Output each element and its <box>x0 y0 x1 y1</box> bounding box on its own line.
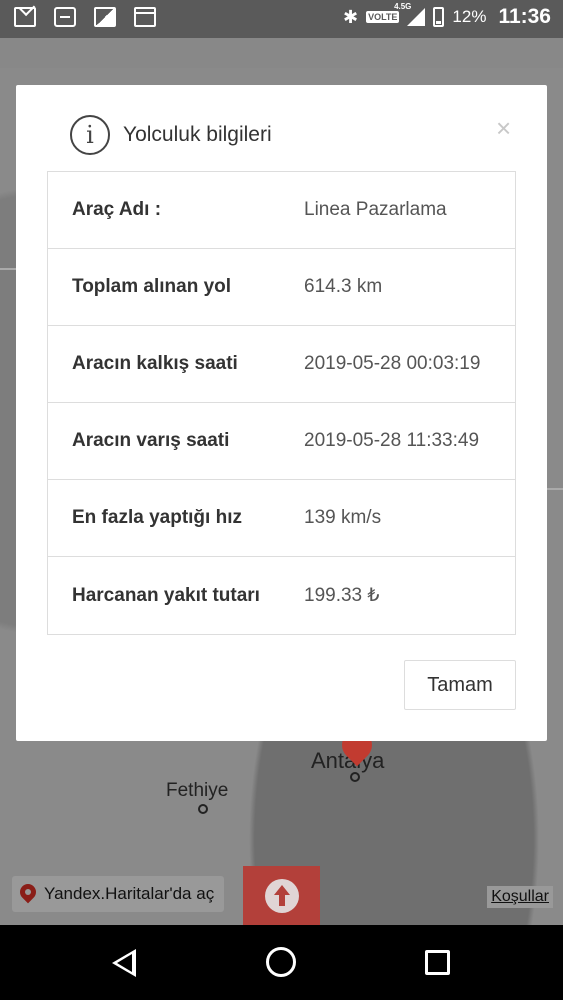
recent-apps-icon[interactable] <box>425 950 450 975</box>
system-icons: ✱ VOLTE 4.5G 12% 11:36 <box>342 2 551 29</box>
battery-icon <box>433 7 445 27</box>
volte-badge: VOLTE 4.5G <box>366 2 412 23</box>
message-icon <box>54 7 76 27</box>
row-label: Harcanan yakıt tutarı <box>72 584 260 606</box>
arrow-up-icon <box>264 879 299 913</box>
info-icon: i <box>70 115 110 155</box>
row-value: 139 km/s <box>304 507 382 528</box>
map-city-dot <box>350 772 360 782</box>
home-icon[interactable] <box>266 947 296 977</box>
map-city-dot <box>198 804 208 814</box>
row-label: Araç Adı : <box>72 199 162 220</box>
app-header <box>0 38 563 68</box>
row-value: 199.33 ₺ <box>304 585 380 606</box>
mail-icon <box>14 7 36 27</box>
navigation-bar <box>0 925 563 1000</box>
open-in-yandex-label: Yandex.Haritalar'da aç <box>44 884 215 903</box>
back-icon[interactable] <box>112 949 136 977</box>
calendar-icon <box>134 7 156 27</box>
open-in-yandex-button[interactable]: Yandex.Haritalar'da aç <box>12 876 225 912</box>
battery-level: 12% <box>452 7 487 26</box>
row-label: Aracın kalkış saati <box>72 353 238 374</box>
row-label: En fazla yaptığı hız <box>72 507 242 528</box>
table-row: Aracın varış saati 2019-05-28 11:33:49 <box>48 403 515 480</box>
terms-link[interactable]: Koşullar <box>487 886 553 908</box>
row-value: Linea Pazarlama <box>304 199 447 220</box>
row-label: Aracın varış saati <box>72 430 230 451</box>
row-label: Toplam alınan yol <box>72 276 232 297</box>
row-value: 2019-05-28 11:33:49 <box>304 430 480 451</box>
table-row: En fazla yaptığı hız 139 km/s <box>48 480 515 557</box>
table-row: Araç Adı : Linea Pazarlama <box>48 172 515 249</box>
network-generation: 4.5G <box>394 2 412 11</box>
row-value: 2019-05-28 00:03:19 <box>304 353 481 374</box>
table-row: Aracın kalkış saati 2019-05-28 00:03:19 <box>48 326 515 403</box>
clock: 11:36 <box>498 5 551 28</box>
notification-icons <box>14 7 156 27</box>
trip-info-table: Araç Adı : Linea Pazarlama Toplam alınan… <box>47 171 516 635</box>
scroll-up-button[interactable] <box>243 866 320 926</box>
table-row: Harcanan yakıt tutarı 199.33 ₺ <box>48 557 515 634</box>
image-icon <box>94 7 116 27</box>
close-button[interactable]: × <box>496 115 511 141</box>
trip-info-dialog: i Yolculuk bilgileri × Araç Adı : Linea … <box>16 85 547 741</box>
status-bar: ✱ VOLTE 4.5G 12% 11:36 <box>0 0 563 38</box>
dialog-title: Yolculuk bilgileri <box>123 123 272 146</box>
ok-button[interactable]: Tamam <box>404 660 516 710</box>
location-pin-icon <box>20 884 36 904</box>
table-row: Toplam alınan yol 614.3 km <box>48 249 515 326</box>
row-value: 614.3 km <box>304 276 383 297</box>
map-city-label: Fethiye <box>166 780 229 801</box>
bluetooth-icon: ✱ <box>342 6 359 27</box>
